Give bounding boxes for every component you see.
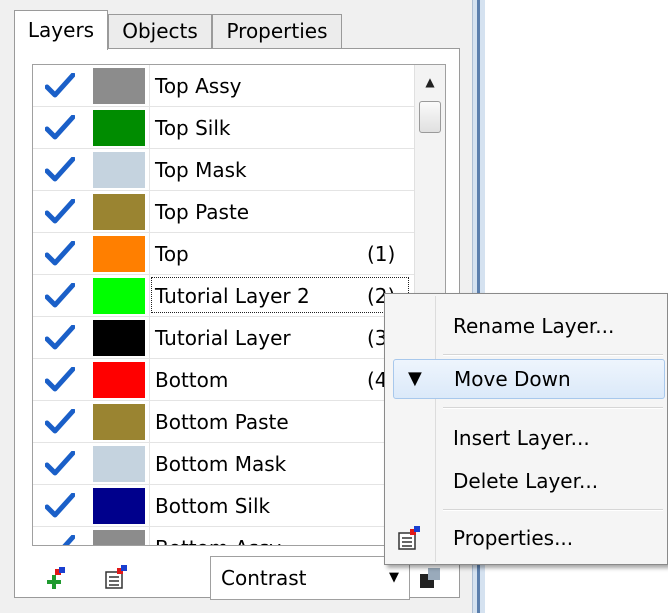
layer-name: Bottom [155, 368, 229, 392]
tab-layers[interactable]: Layers [14, 10, 108, 50]
layer-row[interactable]: Bottom Silk [33, 485, 414, 527]
tab-objects[interactable]: Objects [108, 14, 212, 48]
layer-color-swatch[interactable] [93, 68, 145, 104]
contrast-color-button[interactable] [418, 566, 442, 590]
menu-item-move-down[interactable]: ▼ Move Down [393, 359, 665, 399]
layer-properties-icon [105, 565, 127, 589]
add-layer-icon [47, 567, 65, 589]
layer-row[interactable]: Top (1) [33, 233, 414, 275]
checkmark-icon[interactable] [45, 283, 75, 309]
layer-color-swatch[interactable] [93, 320, 145, 356]
layer-color-swatch[interactable] [93, 194, 145, 230]
checkmark-icon[interactable] [45, 451, 75, 477]
layer-color-swatch[interactable] [93, 530, 145, 545]
checkmark-icon[interactable] [45, 325, 75, 351]
layer-row[interactable]: Bottom Assy [33, 527, 414, 546]
menu-item-properties[interactable]: Properties... [387, 518, 665, 558]
checkmark-icon[interactable] [45, 409, 75, 435]
layer-color-swatch[interactable] [93, 404, 145, 440]
layer-row[interactable]: Top Silk [33, 107, 414, 149]
menu-item-delete-layer[interactable]: Delete Layer... [387, 461, 665, 501]
layer-name: Bottom Silk [155, 494, 271, 518]
layer-row[interactable]: Bottom Paste [33, 401, 414, 443]
checkmark-icon[interactable] [45, 367, 75, 393]
layer-row[interactable]: Top Paste [33, 191, 414, 233]
contrast-select[interactable]: Contrast ▼ [210, 556, 410, 600]
layer-name: Top [155, 242, 189, 266]
layer-name: Top Mask [155, 158, 247, 182]
layer-row[interactable]: Top Mask [33, 149, 414, 191]
layer-name: Tutorial Layer 2 [155, 284, 310, 308]
contrast-value: Contrast [221, 566, 307, 590]
menu-separator [443, 354, 663, 356]
layer-name: Top Assy [155, 74, 242, 98]
add-layer-button[interactable] [38, 564, 70, 596]
layer-properties-button[interactable] [100, 562, 132, 594]
context-menu: Rename Layer... ▼ Move Down Insert Layer… [384, 293, 668, 565]
checkmark-icon[interactable] [45, 493, 75, 519]
menu-item-rename-layer[interactable]: Rename Layer... [387, 306, 665, 346]
layer-color-swatch[interactable] [93, 110, 145, 146]
menu-separator [443, 407, 663, 409]
layer-name: Top Paste [155, 200, 250, 224]
scroll-thumb[interactable] [419, 101, 441, 133]
layer-row[interactable]: Bottom (4) [33, 359, 414, 401]
layer-properties-icon [398, 526, 420, 550]
layer-color-swatch[interactable] [93, 446, 145, 482]
checkmark-icon[interactable] [45, 73, 75, 99]
checkmark-icon[interactable] [45, 535, 75, 546]
layer-color-swatch[interactable] [93, 152, 145, 188]
checkmark-icon[interactable] [45, 115, 75, 141]
tab-properties[interactable]: Properties [212, 14, 342, 48]
scroll-up-arrow-icon[interactable]: ▲ [415, 65, 445, 95]
checkmark-icon[interactable] [45, 157, 75, 183]
layer-row[interactable]: Top Assy [33, 65, 414, 107]
layer-name: Bottom Assy [155, 527, 281, 545]
layer-name: Bottom Paste [155, 410, 289, 434]
layer-color-swatch[interactable] [93, 278, 145, 314]
checkmark-icon[interactable] [45, 199, 75, 225]
triangle-down-icon: ▼ [408, 368, 422, 389]
checkmark-icon[interactable] [45, 241, 75, 267]
layer-name: Tutorial Layer [155, 326, 291, 350]
layer-row[interactable]: Bottom Mask [33, 443, 414, 485]
layer-color-swatch[interactable] [93, 236, 145, 272]
menu-separator [443, 509, 663, 511]
menu-item-insert-layer[interactable]: Insert Layer... [387, 418, 665, 458]
layer-row[interactable]: Tutorial Layer (3) [33, 317, 414, 359]
layer-number: (1) [367, 242, 396, 266]
layer-row[interactable]: Tutorial Layer 2 (2) [33, 275, 414, 317]
layer-name: Bottom Mask [155, 452, 287, 476]
layer-name: Top Silk [155, 116, 231, 140]
color-swatch-icon [420, 568, 440, 588]
layer-color-swatch[interactable] [93, 488, 145, 524]
layer-color-swatch[interactable] [93, 362, 145, 398]
